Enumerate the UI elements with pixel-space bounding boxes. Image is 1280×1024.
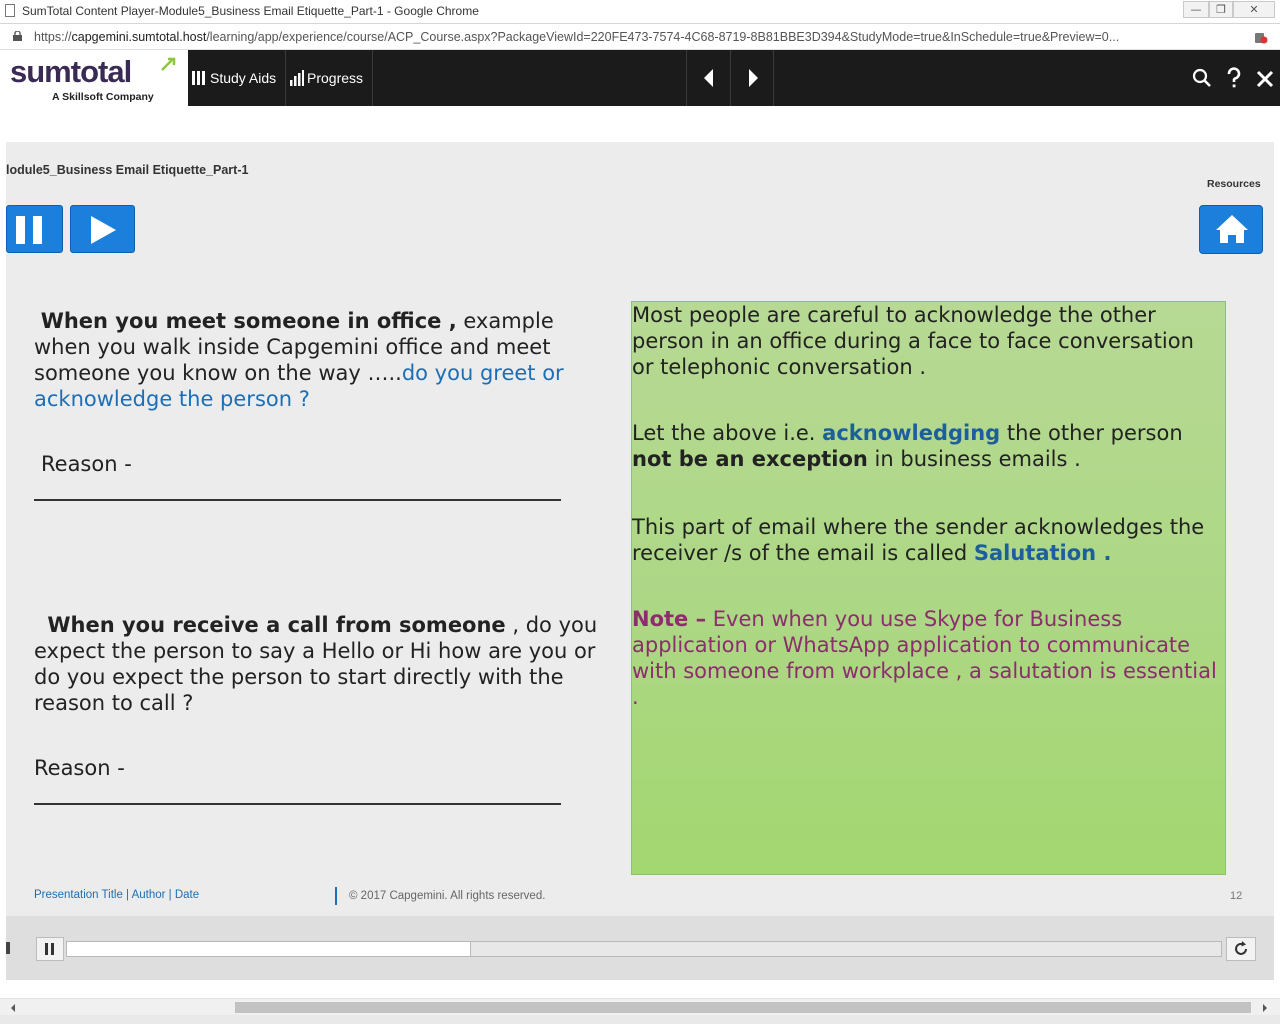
browser-title-bar: SumTotal Content Player-Module5_Business… — [0, 0, 1280, 24]
question-office-greeting: When you meet someone in office , exampl… — [34, 308, 594, 412]
panel-paragraph-2: Let the above i.e. acknowledging the oth… — [632, 420, 1222, 472]
next-slide-button[interactable] — [730, 50, 774, 106]
scroll-left-icon[interactable] — [8, 1003, 18, 1013]
reason-label-1: Reason - — [41, 452, 132, 476]
player-pause-icon — [45, 943, 54, 955]
replay-icon — [1235, 941, 1247, 955]
close-icon[interactable] — [1254, 66, 1276, 90]
footer-divider — [335, 887, 337, 905]
close-window-button[interactable]: ✕ — [1233, 1, 1275, 18]
lock-icon — [13, 31, 22, 41]
address-bar[interactable]: https://capgemini.sumtotal.host/learning… — [0, 24, 1280, 50]
study-aids-label: Study Aids — [210, 70, 277, 86]
slide-stage: lodule5_Business Email Etiquette_Part-1 … — [6, 142, 1274, 916]
progress-icon — [290, 70, 304, 86]
p2-highlight: acknowledging — [822, 421, 1001, 445]
p3-highlight: Salutation . — [973, 541, 1112, 565]
copyright-text: © 2017 Capgemini. All rights reserved. — [349, 890, 546, 902]
study-aids-icon — [192, 71, 205, 85]
app-navbar: sumtotal A Skillsoft Company Study Aids … — [0, 50, 1280, 106]
playback-progress-fill — [67, 942, 471, 956]
maximize-button[interactable]: ❐ — [1209, 1, 1233, 18]
resources-link[interactable]: Resources — [1207, 178, 1261, 190]
slide-play-button[interactable] — [70, 205, 135, 253]
play-icon — [91, 216, 116, 244]
scrollbar-thumb[interactable] — [235, 1002, 1251, 1013]
note-lead: Note – — [632, 607, 707, 631]
progress-button[interactable]: Progress — [287, 50, 373, 106]
slide-page-number: 12 — [1230, 890, 1243, 902]
minimize-button[interactable]: — — [1183, 1, 1209, 18]
player-pause-button[interactable] — [36, 937, 64, 961]
logo-text: sumtotal — [10, 54, 132, 89]
url-host: capgemini.sumtotal.host — [71, 30, 207, 44]
note-text: Even when you use Skype for Business app… — [632, 607, 1217, 709]
url-text[interactable]: https://capgemini.sumtotal.host/learning… — [34, 30, 1119, 44]
next-arrow-icon — [749, 69, 758, 87]
p2-c: in business emails . — [867, 447, 1081, 471]
logo-arrow-icon — [161, 57, 176, 71]
p3-a: This part of email where the sender ackn… — [632, 515, 1205, 565]
salutation-info-panel: Most people are careful to acknowledge t… — [631, 301, 1226, 875]
playback-progress-track[interactable] — [66, 941, 1222, 957]
window-bottom-edge — [0, 1015, 1280, 1024]
answer-line-1 — [34, 499, 561, 501]
progress-label: Progress — [307, 70, 364, 86]
p2-strong: not be an exception — [632, 447, 868, 471]
media-player-bar — [6, 916, 1274, 980]
pause-icon — [16, 216, 42, 244]
prev-arrow-icon — [704, 69, 713, 87]
page-icon — [5, 4, 15, 17]
search-icon[interactable] — [1191, 66, 1213, 90]
question-phone-call: When you receive a call from someone , d… — [34, 612, 624, 716]
module-title: lodule5_Business Email Etiquette_Part-1 — [6, 163, 249, 177]
help-icon[interactable] — [1223, 66, 1245, 90]
p2-b: the other person — [1000, 421, 1183, 445]
logo-subtitle: A Skillsoft Company — [52, 91, 154, 103]
footer-presentation-info: Presentation Title | Author | Date — [34, 889, 200, 901]
sumtotal-logo: sumtotal A Skillsoft Company — [0, 50, 188, 106]
answer-line-2 — [34, 803, 561, 805]
panel-paragraph-3: This part of email where the sender ackn… — [632, 514, 1222, 566]
window-title: SumTotal Content Player-Module5_Business… — [22, 4, 479, 18]
p2-a: Let the above i.e. — [632, 421, 823, 445]
question1-lead: When you meet someone in office , — [40, 309, 457, 333]
study-aids-button[interactable]: Study Aids — [189, 50, 286, 106]
reason-label-2: Reason - — [34, 756, 125, 780]
scroll-right-icon[interactable] — [1260, 1003, 1270, 1013]
replay-button[interactable] — [1226, 937, 1256, 961]
volume-icon[interactable] — [6, 936, 12, 960]
extension-icon[interactable] — [1254, 30, 1268, 44]
home-button[interactable] — [1199, 205, 1263, 254]
question2-lead: When you receive a call from someone — [47, 613, 506, 637]
previous-slide-button[interactable] — [686, 50, 730, 106]
panel-paragraph-1: Most people are careful to acknowledge t… — [632, 303, 1194, 379]
panel-note: Note – Even when you use Skype for Busin… — [632, 606, 1222, 710]
slide-pause-button[interactable] — [6, 205, 63, 253]
horizontal-scrollbar[interactable] — [0, 998, 1280, 1015]
url-path: /learning/app/experience/course/ACP_Cour… — [206, 30, 1120, 44]
url-scheme: https:// — [34, 30, 72, 44]
home-icon — [1216, 215, 1248, 243]
